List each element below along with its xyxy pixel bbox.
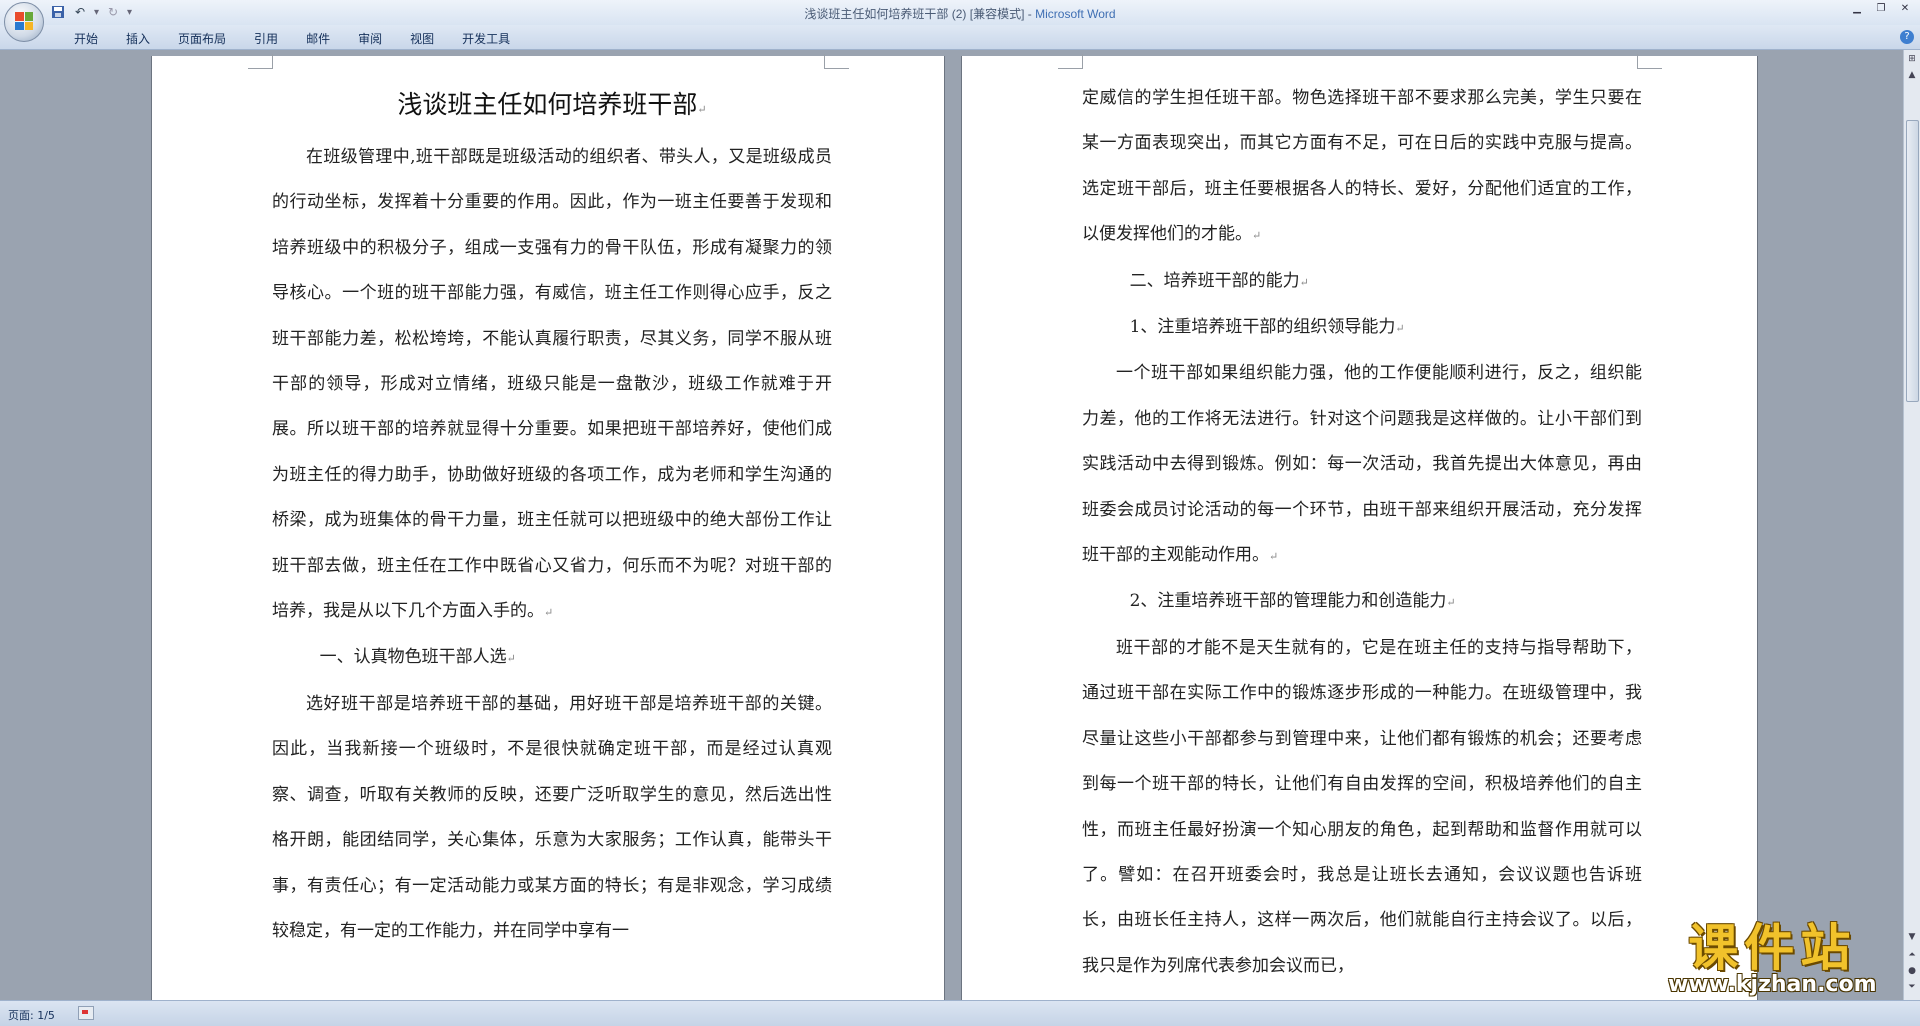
office-logo-icon xyxy=(15,12,33,30)
margin-corner-mark xyxy=(824,54,849,69)
proofing-status-icon[interactable] xyxy=(78,1006,94,1020)
ribbon: 开始 插入 页面布局 引用 邮件 审阅 视图 开发工具 ? xyxy=(0,25,1920,50)
paragraph-mark: ↵ xyxy=(697,103,707,116)
tab-developer[interactable]: 开发工具 xyxy=(448,30,524,47)
tab-review[interactable]: 审阅 xyxy=(344,30,396,47)
ruler-toggle-icon[interactable]: ⊞ xyxy=(1906,52,1918,66)
tab-view[interactable]: 视图 xyxy=(396,30,448,47)
window-controls: ▁ ❐ ✕ xyxy=(1848,2,1914,16)
title-separator: - xyxy=(1024,7,1036,21)
scroll-up-icon[interactable]: ▲ xyxy=(1906,68,1918,82)
page-1-body: 浅谈班主任如何培养班干部↵ 在班级管理中,班干部既是班级活动的组织者、带头人，又… xyxy=(272,76,832,954)
paragraph: 班干部的才能不是天生就有的，它是在班主任的支持与指导帮助下，通过班干部在实际工作… xyxy=(1082,637,1642,976)
document-name: 浅谈班主任如何培养班干部 (2) [兼容模式] xyxy=(804,7,1025,21)
subsection-heading: 1、注重培养班干部的组织领导能力↵ xyxy=(1129,317,1405,338)
margin-corner-mark xyxy=(248,54,273,69)
watermark-logo: 课件站 www.kjzhan.com xyxy=(1668,922,1877,997)
paragraph: 一个班干部如果组织能力强，他的工作便能顺利进行，反之，组织能力差，他的工作将无法… xyxy=(1082,363,1642,566)
scroll-thumb[interactable] xyxy=(1906,120,1919,402)
paragraph-mark: ↵ xyxy=(1446,596,1456,610)
paragraph-mark: ↵ xyxy=(1395,322,1405,336)
tab-home[interactable]: 开始 xyxy=(60,30,112,47)
paragraph-mark: ↵ xyxy=(506,652,516,666)
maximize-icon[interactable]: ❐ xyxy=(1872,2,1890,16)
app-name: Microsoft Word xyxy=(1035,7,1116,21)
section-heading: 二、培养班干部的能力↵ xyxy=(1129,270,1309,291)
office-button[interactable] xyxy=(4,2,44,42)
help-icon[interactable]: ? xyxy=(1900,30,1914,44)
vertical-scrollbar[interactable]: ⊞ ▲ ▼ ⏶ ● ⏷ xyxy=(1903,50,1920,1000)
page-2-body: 定威信的学生担任班干部。物色选择班干部不要求那么完美，学生只要在某一方面表现突出… xyxy=(1082,76,1642,989)
watermark-url: www.kjzhan.com xyxy=(1668,972,1877,997)
margin-corner-mark xyxy=(1637,54,1662,69)
ribbon-tabs: 开始 插入 页面布局 引用 邮件 审阅 视图 开发工具 xyxy=(60,30,524,47)
document-title: 浅谈班主任如何培养班干部↵ xyxy=(397,90,707,119)
close-icon[interactable]: ✕ xyxy=(1896,2,1914,16)
window-title: 浅谈班主任如何培养班干部 (2) [兼容模式] - Microsoft Word xyxy=(0,5,1920,22)
next-page-icon[interactable]: ⏷ xyxy=(1906,980,1918,994)
scroll-down-icon[interactable]: ▼ xyxy=(1906,930,1918,944)
tab-mailings[interactable]: 邮件 xyxy=(292,30,344,47)
section-heading: 一、认真物色班干部人选↵ xyxy=(319,647,516,668)
paragraph-mark: ↵ xyxy=(1269,550,1279,564)
tab-references[interactable]: 引用 xyxy=(240,30,292,47)
previous-page-icon[interactable]: ⏶ xyxy=(1906,948,1918,962)
paragraph: 选好班干部是培养班干部的基础，用好班干部是培养班干部的关键。因此，当我新接一个班… xyxy=(272,693,832,941)
status-bar: 页面: 1/5 xyxy=(0,1000,1920,1026)
document-page-2[interactable]: 定威信的学生担任班干部。物色选择班干部不要求那么完美，学生只要在某一方面表现突出… xyxy=(962,54,1757,1006)
title-bar: ↶ ▾ ↻ ▾ 浅谈班主任如何培养班干部 (2) [兼容模式] - Micros… xyxy=(0,0,1920,25)
page-counter[interactable]: 页面: 1/5 xyxy=(8,1007,55,1023)
minimize-icon[interactable]: ▁ xyxy=(1848,2,1866,16)
document-page-1[interactable]: 浅谈班主任如何培养班干部↵ 在班级管理中,班干部既是班级活动的组织者、带头人，又… xyxy=(152,54,944,1006)
paragraph-mark: ↵ xyxy=(1252,229,1262,243)
subsection-heading: 2、注重培养班干部的管理能力和创造能力↵ xyxy=(1129,591,1456,612)
watermark-text: 课件站 xyxy=(1688,919,1857,977)
margin-corner-mark xyxy=(1058,54,1083,69)
paragraph-mark: ↵ xyxy=(1299,275,1309,289)
paragraph: 定威信的学生担任班干部。物色选择班干部不要求那么完美，学生只要在某一方面表现突出… xyxy=(1082,88,1642,245)
browse-object-icon[interactable]: ● xyxy=(1906,964,1918,978)
tab-insert[interactable]: 插入 xyxy=(112,30,164,47)
paragraph: 在班级管理中,班干部既是班级活动的组织者、带头人，又是班级成员的行动坐标，发挥着… xyxy=(272,147,832,622)
paragraph-mark: ↵ xyxy=(544,606,554,620)
tab-page-layout[interactable]: 页面布局 xyxy=(164,30,240,47)
